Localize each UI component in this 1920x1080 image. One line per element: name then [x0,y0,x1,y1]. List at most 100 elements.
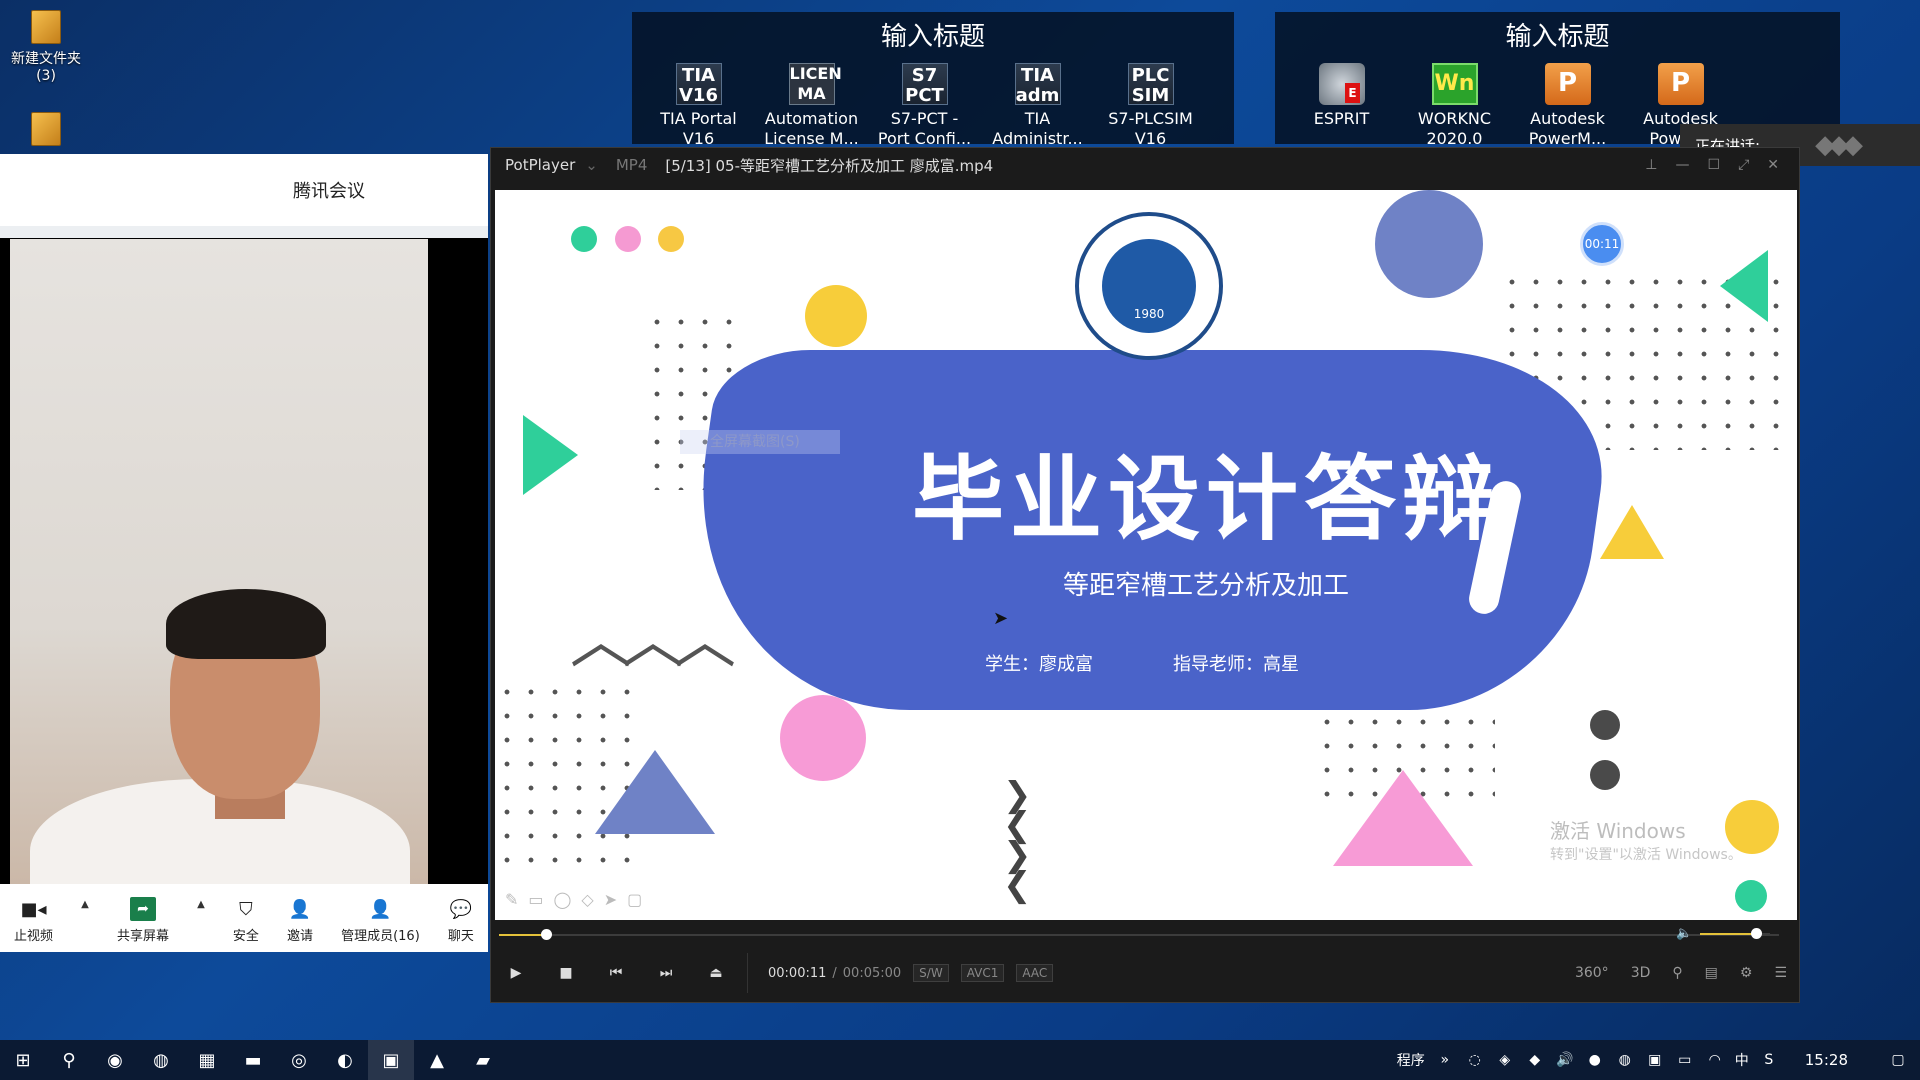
notification-icon[interactable]: ▢ [1888,1052,1908,1068]
green-triangle [1720,250,1768,322]
minimize-icon[interactable]: — [1676,157,1690,173]
s7-pct-icon: S7 PCT [901,63,948,106]
shortcut-license-manager[interactable]: LICEN MA Automation License M... [755,63,868,149]
video-frame[interactable]: ︿︿︿ ❯ ❮ ❯ ❮ 1980 00:11 全屏幕截图(S) 毕业设计答辩 等距窄槽… [495,190,1797,920]
shortcut-esprit[interactable]: E ESPRIT [1285,63,1398,149]
file-icon [31,112,61,146]
worknc-icon: Wn [1431,63,1478,105]
play-button[interactable]: ▶ [491,965,541,981]
group-title: 输入标题 [1505,22,1610,52]
tray-icon[interactable]: S [1759,1052,1779,1068]
codec-tag[interactable]: S/W [913,964,949,982]
tray-icon[interactable]: ● [1585,1052,1605,1068]
annotation-toolbar[interactable]: ✎▭◯◇➤▢ [505,890,652,909]
fullscreen-icon[interactable]: ⤢ [1738,157,1749,173]
shortcut-tia-portal[interactable]: TIA V16 TIA Portal V16 [642,63,755,149]
gear-icon[interactable]: ⚙ [1740,965,1753,981]
toolbar-label: 邀请 [286,929,313,944]
shortcut-label: ESPRIT [1313,109,1370,128]
stop-video-button[interactable]: ■◂ 止视频 [14,897,53,945]
seek-track[interactable] [499,929,1779,940]
potplayer-menu-button[interactable]: PotPlayer [491,156,585,174]
clock[interactable]: 15:28 [1805,1051,1848,1069]
shortcut-powermill-1[interactable]: P Autodesk PowerM... [1511,63,1624,149]
share-screen-button[interactable]: ➦ 共享屏幕 [117,897,169,944]
potplayer-taskbar-icon[interactable]: ▣ [368,1040,414,1080]
next-button[interactable]: ⏭ [641,965,691,981]
volume-control[interactable]: 🔈 [1676,926,1771,941]
tray-icon[interactable]: ▣ [1645,1052,1665,1068]
volume-track[interactable] [1700,927,1771,939]
eject-button[interactable]: ⏏ [691,965,741,981]
system-tray: 程序 » ◌ ◈ ◆ 🔊 ● ◍ ▣ ▭ ◠ 中 S 15:28 ▢ [1397,1050,1920,1070]
app-icon[interactable]: ▰ [460,1040,506,1080]
chevron-down-icon[interactable]: ⌄ [585,156,608,174]
search-icon[interactable]: ⚲ [46,1040,92,1080]
wifi-icon[interactable]: ◠ [1705,1052,1725,1068]
codec-tag[interactable]: AVC1 [960,964,1005,982]
security-button[interactable]: ⛉ 安全 [233,897,259,945]
fence-group-1: 输入标题 TIA V16 TIA Portal V16 LICEN MA Autom… [632,12,1234,148]
speaker-icon[interactable]: 🔊 [1555,1052,1575,1068]
toolbar-label: 管理成员(16) [341,929,420,944]
share-options-caret[interactable]: ▲ [197,899,205,910]
desktop-icon-new-folder[interactable]: 新建文件夹 (3) [0,10,92,84]
menu-icon[interactable]: ☰ [1774,965,1787,981]
tray-icon[interactable]: ◌ [1465,1052,1485,1068]
wechat-icon[interactable]: ◎ [276,1040,322,1080]
seek-thumb[interactable] [541,929,553,940]
pin-icon[interactable]: ⊥ [1645,157,1657,173]
volume-thumb[interactable] [1751,927,1763,939]
tray-icon[interactable]: ◆ [1525,1052,1545,1068]
playlist-icon[interactable]: ▤ [1705,965,1718,981]
vr-360-button[interactable]: 360° [1575,965,1609,981]
windows-start-icon[interactable]: ⊞ [0,1040,46,1080]
3d-button[interactable]: 3D [1631,965,1651,981]
player-titlebar[interactable]: PotPlayer ⌄ MP4 [5/13] 05-等距窄槽工艺分析及加工 廖成… [491,148,1799,182]
participant-hair [166,589,326,659]
tray-icon[interactable]: ◍ [1615,1052,1635,1068]
previous-button[interactable]: ⏮ [591,965,641,981]
seek-bar[interactable] [491,924,1801,946]
invite-button[interactable]: 👤 邀请 [286,897,313,945]
app-icon[interactable]: ▦ [184,1040,230,1080]
window-controls: ⊥ — ☐ ⤢ ✕ [1645,157,1799,173]
dark-dot [1590,760,1620,790]
pink-ball [780,695,866,781]
manage-members-button[interactable]: 👤 管理成员(16) [341,897,420,945]
codec-tag[interactable]: AAC [1016,964,1054,982]
green-dot [1735,880,1767,912]
battery-icon[interactable]: ▭ [1675,1052,1695,1068]
yellow-dot [658,226,684,252]
chevron-up-icon[interactable]: » [1435,1052,1455,1068]
shortcut-s7-pct[interactable]: S7 PCT S7-PCT - Port Confi... [868,63,981,149]
tray-label[interactable]: 程序 [1397,1050,1425,1070]
app-icon[interactable]: ◉ [92,1040,138,1080]
maximize-icon[interactable]: ☐ [1708,157,1721,173]
zoom-icon[interactable]: ⚲ [1672,965,1682,981]
time-separator: / [832,965,837,981]
advisor-name: 指导老师：高星 [1173,654,1299,675]
tencent-meeting-icon[interactable]: ▲ [414,1040,460,1080]
tray-icon[interactable]: ◈ [1495,1052,1515,1068]
shortcut-worknc[interactable]: Wn WORKNC 2020.0 [1398,63,1511,149]
stop-button[interactable]: ■ [541,965,591,981]
toolbar-label: 共享屏幕 [116,929,169,944]
file-explorer-icon[interactable]: ▬ [230,1040,276,1080]
tencent-meeting-window: 腾讯会议 ■◂ 止视频 ▲ ➦ 共享屏幕 ▲ ⛉ 安全 👤 邀请 👤 管理成员(… [0,154,488,952]
watermark-subtitle: 转到"设置"以激活 Windows。 [1550,847,1742,863]
chat-button[interactable]: 💬 聊天 [447,897,474,945]
shortcut-tia-admin[interactable]: TIA adm TIA Administr... [981,63,1094,149]
speaker-icon[interactable]: 🔈 [1676,926,1692,941]
desktop-icon-label: 新建文件夹 (3) [11,51,81,84]
ime-indicator[interactable]: 中 [1735,1050,1749,1070]
app-icon[interactable]: ◐ [322,1040,368,1080]
shortcut-plcsim[interactable]: PLC SIM S7-PLCSIM V16 [1094,63,1207,149]
desktop-icon-file[interactable] [0,112,92,150]
shortcut-label: S7-PLCSIM V16 [1108,109,1193,148]
toolbar-label: 聊天 [447,929,474,944]
video-options-caret[interactable]: ▲ [81,899,89,910]
app-icon[interactable]: ◍ [138,1040,184,1080]
close-icon[interactable]: ✕ [1767,157,1779,173]
meeting-toolbar: ■◂ 止视频 ▲ ➦ 共享屏幕 ▲ ⛉ 安全 👤 邀请 👤 管理成员(16) 💬… [0,884,488,952]
